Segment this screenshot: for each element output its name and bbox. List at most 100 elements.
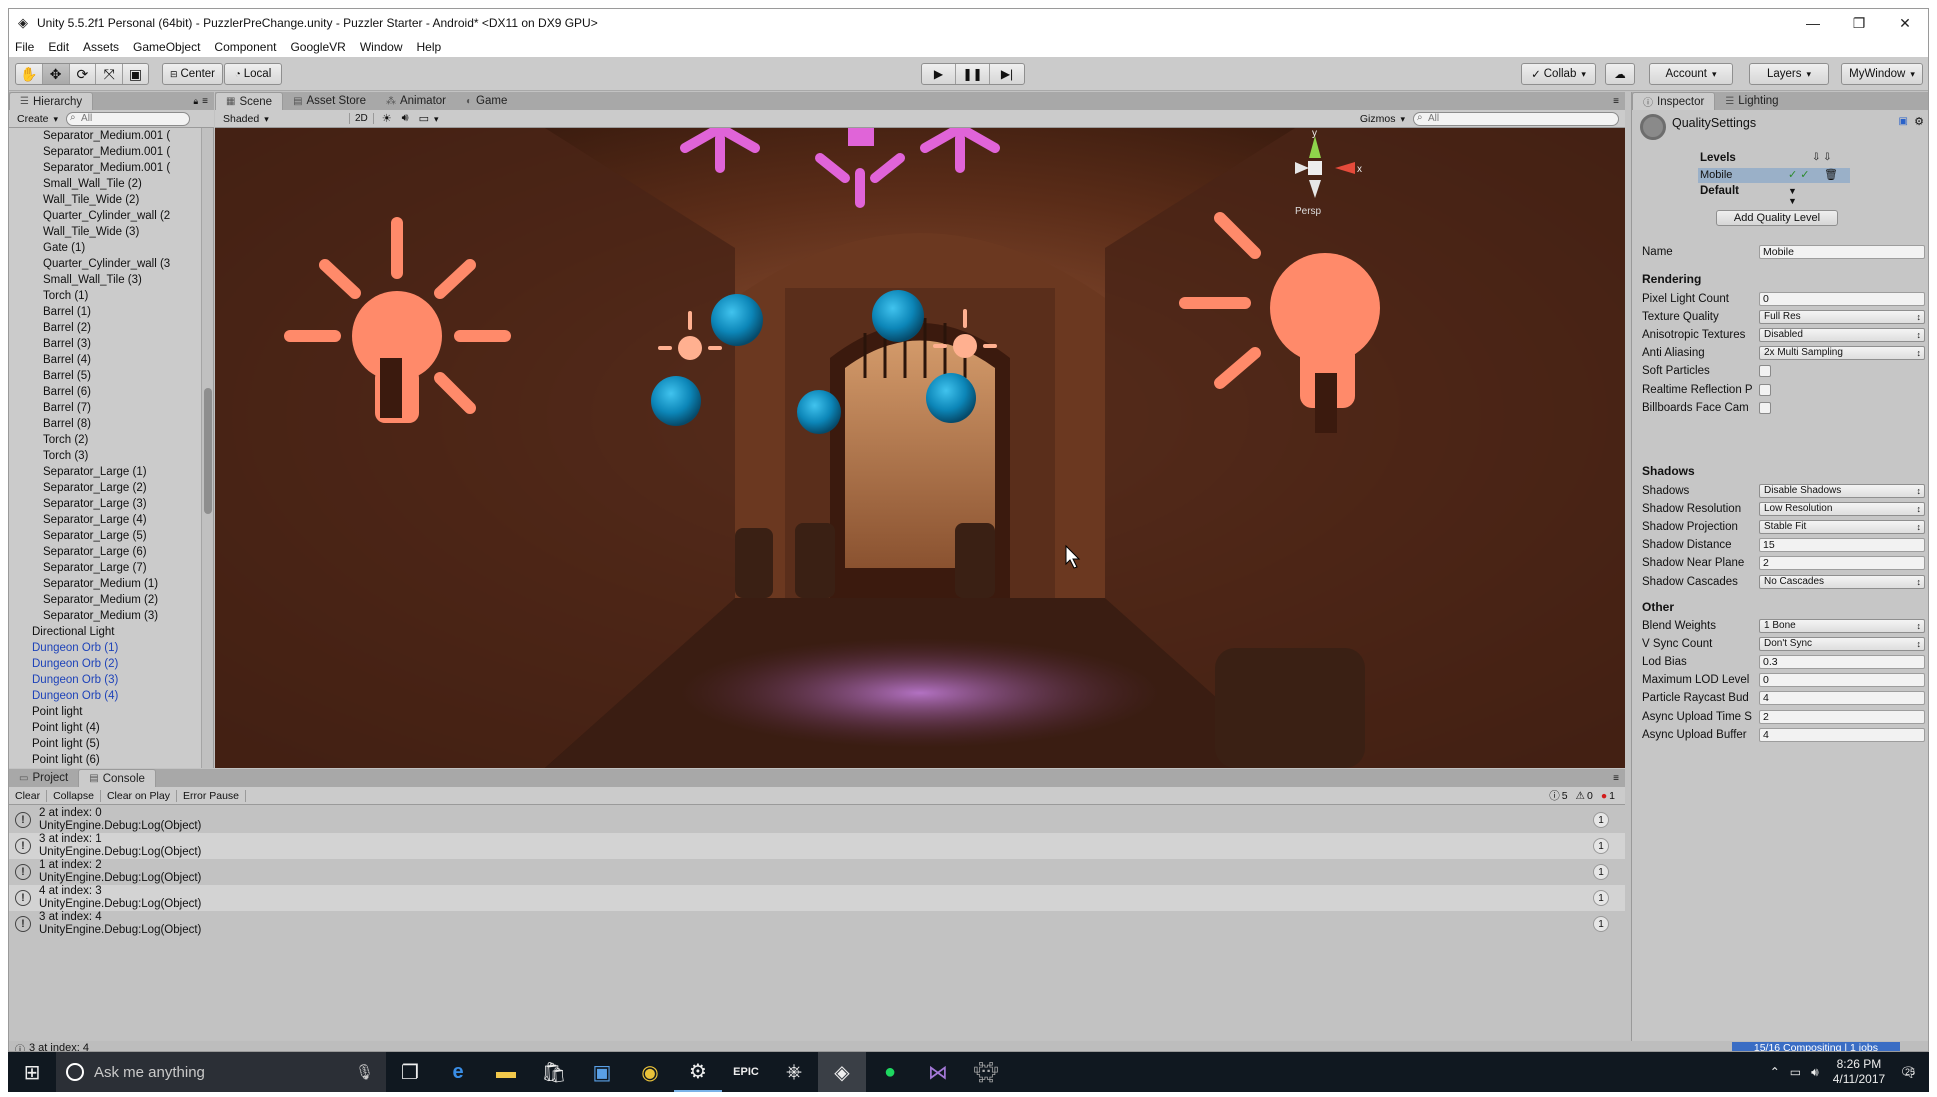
hierarchy-item[interactable]: Small_Wall_Tile (2) (9, 176, 205, 192)
scene-lighting-icon[interactable]: ☀ (382, 112, 392, 125)
setting-dropdown[interactable]: Full Res (1759, 309, 1925, 324)
help-icon[interactable]: ▣ (1899, 116, 1908, 127)
setting-checkbox[interactable] (1759, 365, 1771, 378)
setting-dropdown[interactable]: Don't Sync (1759, 636, 1925, 651)
file-explorer-icon[interactable]: ▬ (482, 1052, 530, 1092)
hierarchy-item[interactable]: Torch (1) (9, 288, 205, 304)
name-input[interactable]: Mobile (1759, 244, 1925, 259)
setting-input[interactable]: 0 (1759, 291, 1925, 306)
clock[interactable]: 8:26 PM 4/11/2017 (1833, 1057, 1886, 1087)
setting-dropdown[interactable]: Stable Fit (1759, 519, 1925, 534)
scene-viewport[interactable]: y x Persp (215, 128, 1625, 768)
tab-console[interactable]: ▤ Console (78, 769, 156, 787)
hierarchy-item[interactable]: Separator_Large (3) (9, 496, 205, 512)
setting-input[interactable]: 15 (1759, 538, 1925, 553)
scene-audio-icon[interactable]: 🔊︎ (402, 112, 409, 125)
dungeon-orb[interactable] (872, 290, 924, 342)
hierarchy-item[interactable]: Separator_Medium (3) (9, 608, 205, 624)
hierarchy-item[interactable]: Separator_Medium (2) (9, 592, 205, 608)
hierarchy-item[interactable]: Dungeon Orb (1) (9, 640, 205, 656)
info-filter-icon[interactable]: ⓘ (1549, 788, 1560, 803)
settings-cog-icon[interactable]: ⚙ (1914, 115, 1924, 128)
mode-2d-button[interactable]: 2D (349, 113, 374, 124)
microphone-icon[interactable]: 🎙︎ (355, 1063, 374, 1081)
gizmos-dropdown[interactable]: Gizmos (1360, 113, 1405, 125)
panel-menu-icon[interactable]: ≡ (1613, 96, 1619, 107)
hierarchy-item[interactable]: Quarter_Cylinder_wall (3 (9, 256, 205, 272)
hierarchy-item[interactable]: Separator_Medium (1) (9, 576, 205, 592)
panel-menu-icon[interactable]: ≡ (202, 96, 208, 107)
setting-input[interactable]: 4 (1759, 691, 1925, 706)
hierarchy-item[interactable]: Quarter_Cylinder_wall (2 (9, 208, 205, 224)
hierarchy-item[interactable]: Separator_Large (2) (9, 480, 205, 496)
tab-asset-store[interactable]: ▤ Asset Store (283, 92, 376, 110)
collab-dropdown[interactable]: ✓ Collab (1521, 63, 1596, 85)
error-filter-icon[interactable]: ● (1601, 790, 1607, 802)
setting-dropdown[interactable]: Low Resolution (1759, 501, 1925, 516)
hand-tool-icon[interactable]: ✋ (16, 64, 43, 84)
tab-lighting[interactable]: ☰ Lighting (1715, 92, 1788, 110)
check-icon[interactable]: ✓ ✓ (1788, 168, 1810, 183)
setting-input[interactable]: 2 (1759, 556, 1925, 571)
hierarchy-item[interactable]: Torch (2) (9, 432, 205, 448)
menu-googlevr[interactable]: GoogleVR (290, 40, 345, 54)
steam-icon[interactable]: ⚙ (674, 1052, 722, 1092)
hierarchy-item[interactable]: Barrel (2) (9, 320, 205, 336)
hierarchy-item[interactable]: Separator_Medium.001 ( (9, 160, 205, 176)
hierarchy-item[interactable]: Point light (5) (9, 736, 205, 752)
scale-tool-icon[interactable]: ⤧ (96, 64, 124, 84)
console-entry[interactable]: ! 1 at index: 2 UnityEngine.Debug:Log(Obje… (9, 859, 1625, 885)
scene-effects-icon[interactable]: ▭ (419, 112, 439, 125)
scrollbar-thumb[interactable] (204, 388, 212, 514)
console-entry[interactable]: ! 3 at index: 4 UnityEngine.Debug:Log(Obje… (9, 911, 1625, 937)
hierarchy-item[interactable]: Wall_Tile_Wide (2) (9, 192, 205, 208)
level-row-mobile[interactable]: Mobile ✓ ✓ 🗑︎ (1698, 168, 1850, 183)
cloud-button[interactable]: ☁ (1605, 63, 1635, 85)
hierarchy-item[interactable]: Dungeon Orb (3) (9, 672, 205, 688)
setting-dropdown[interactable]: No Cascades (1759, 574, 1925, 589)
hierarchy-item[interactable]: Wall_Tile_Wide (3) (9, 224, 205, 240)
tab-scene[interactable]: ▦ Scene (215, 92, 284, 110)
lock-icon[interactable]: 🔒︎ (193, 96, 198, 107)
status-message[interactable]: 3 at index: 4 (29, 1042, 89, 1051)
tab-inspector[interactable]: ⓘ Inspector (1632, 92, 1716, 110)
layers-dropdown[interactable]: Layers (1749, 63, 1829, 85)
menu-assets[interactable]: Assets (83, 40, 119, 54)
setting-dropdown[interactable]: Disabled (1759, 327, 1925, 342)
menu-file[interactable]: File (15, 40, 34, 54)
pivot-center-toggle[interactable]: ⊟ Center (162, 63, 223, 85)
hierarchy-item[interactable]: Separator_Medium.001 ( (9, 144, 205, 160)
visual-studio-icon[interactable]: ⋈ (914, 1052, 962, 1092)
clear-on-play-button[interactable]: Clear on Play (101, 789, 177, 802)
menu-component[interactable]: Component (214, 40, 276, 54)
epic-games-icon[interactable]: EPIC (722, 1052, 770, 1092)
hierarchy-item[interactable]: Gate (1) (9, 240, 205, 256)
persp-label[interactable]: Persp (1295, 206, 1322, 217)
hierarchy-scrollbar[interactable] (201, 128, 213, 768)
rotate-tool-icon[interactable]: ⟳ (70, 64, 97, 84)
minimize-button[interactable]: — (1790, 9, 1836, 37)
close-button[interactable]: ✕ (1882, 9, 1928, 37)
panel-menu-icon[interactable]: ≡ (1613, 773, 1619, 784)
console-entry[interactable]: ! 2 at index: 0 UnityEngine.Debug:Log(Obje… (9, 807, 1625, 833)
hierarchy-item[interactable]: Dungeon Orb (2) (9, 656, 205, 672)
menu-help[interactable]: Help (417, 40, 442, 54)
tab-animator[interactable]: ⁂ Animator (376, 92, 456, 110)
tab-game[interactable]: ◐ Game (456, 92, 517, 110)
add-quality-level-button[interactable]: Add Quality Level (1716, 210, 1838, 226)
pivot-local-toggle[interactable]: ◔ Local (224, 63, 282, 85)
setting-input[interactable]: 0.3 (1759, 654, 1925, 669)
hierarchy-item[interactable]: Point light (4) (9, 720, 205, 736)
app-icon[interactable]: ⎈ (770, 1052, 818, 1092)
dungeon-orb[interactable] (926, 373, 976, 423)
hierarchy-item[interactable]: Separator_Large (5) (9, 528, 205, 544)
volume-icon[interactable]: 🔊︎ (1811, 1065, 1819, 1080)
chrome-icon[interactable]: ◉ (626, 1052, 674, 1092)
console-entry[interactable]: ! 4 at index: 3 UnityEngine.Debug:Log(Obje… (9, 885, 1625, 911)
hierarchy-item[interactable]: Barrel (8) (9, 416, 205, 432)
edge-browser-icon[interactable]: e (434, 1052, 482, 1092)
hierarchy-item[interactable]: Separator_Medium.001 ( (9, 128, 205, 144)
dungeon-orb[interactable] (797, 390, 841, 434)
task-view-icon[interactable]: ❐ (386, 1052, 434, 1092)
hierarchy-item[interactable]: Barrel (4) (9, 352, 205, 368)
